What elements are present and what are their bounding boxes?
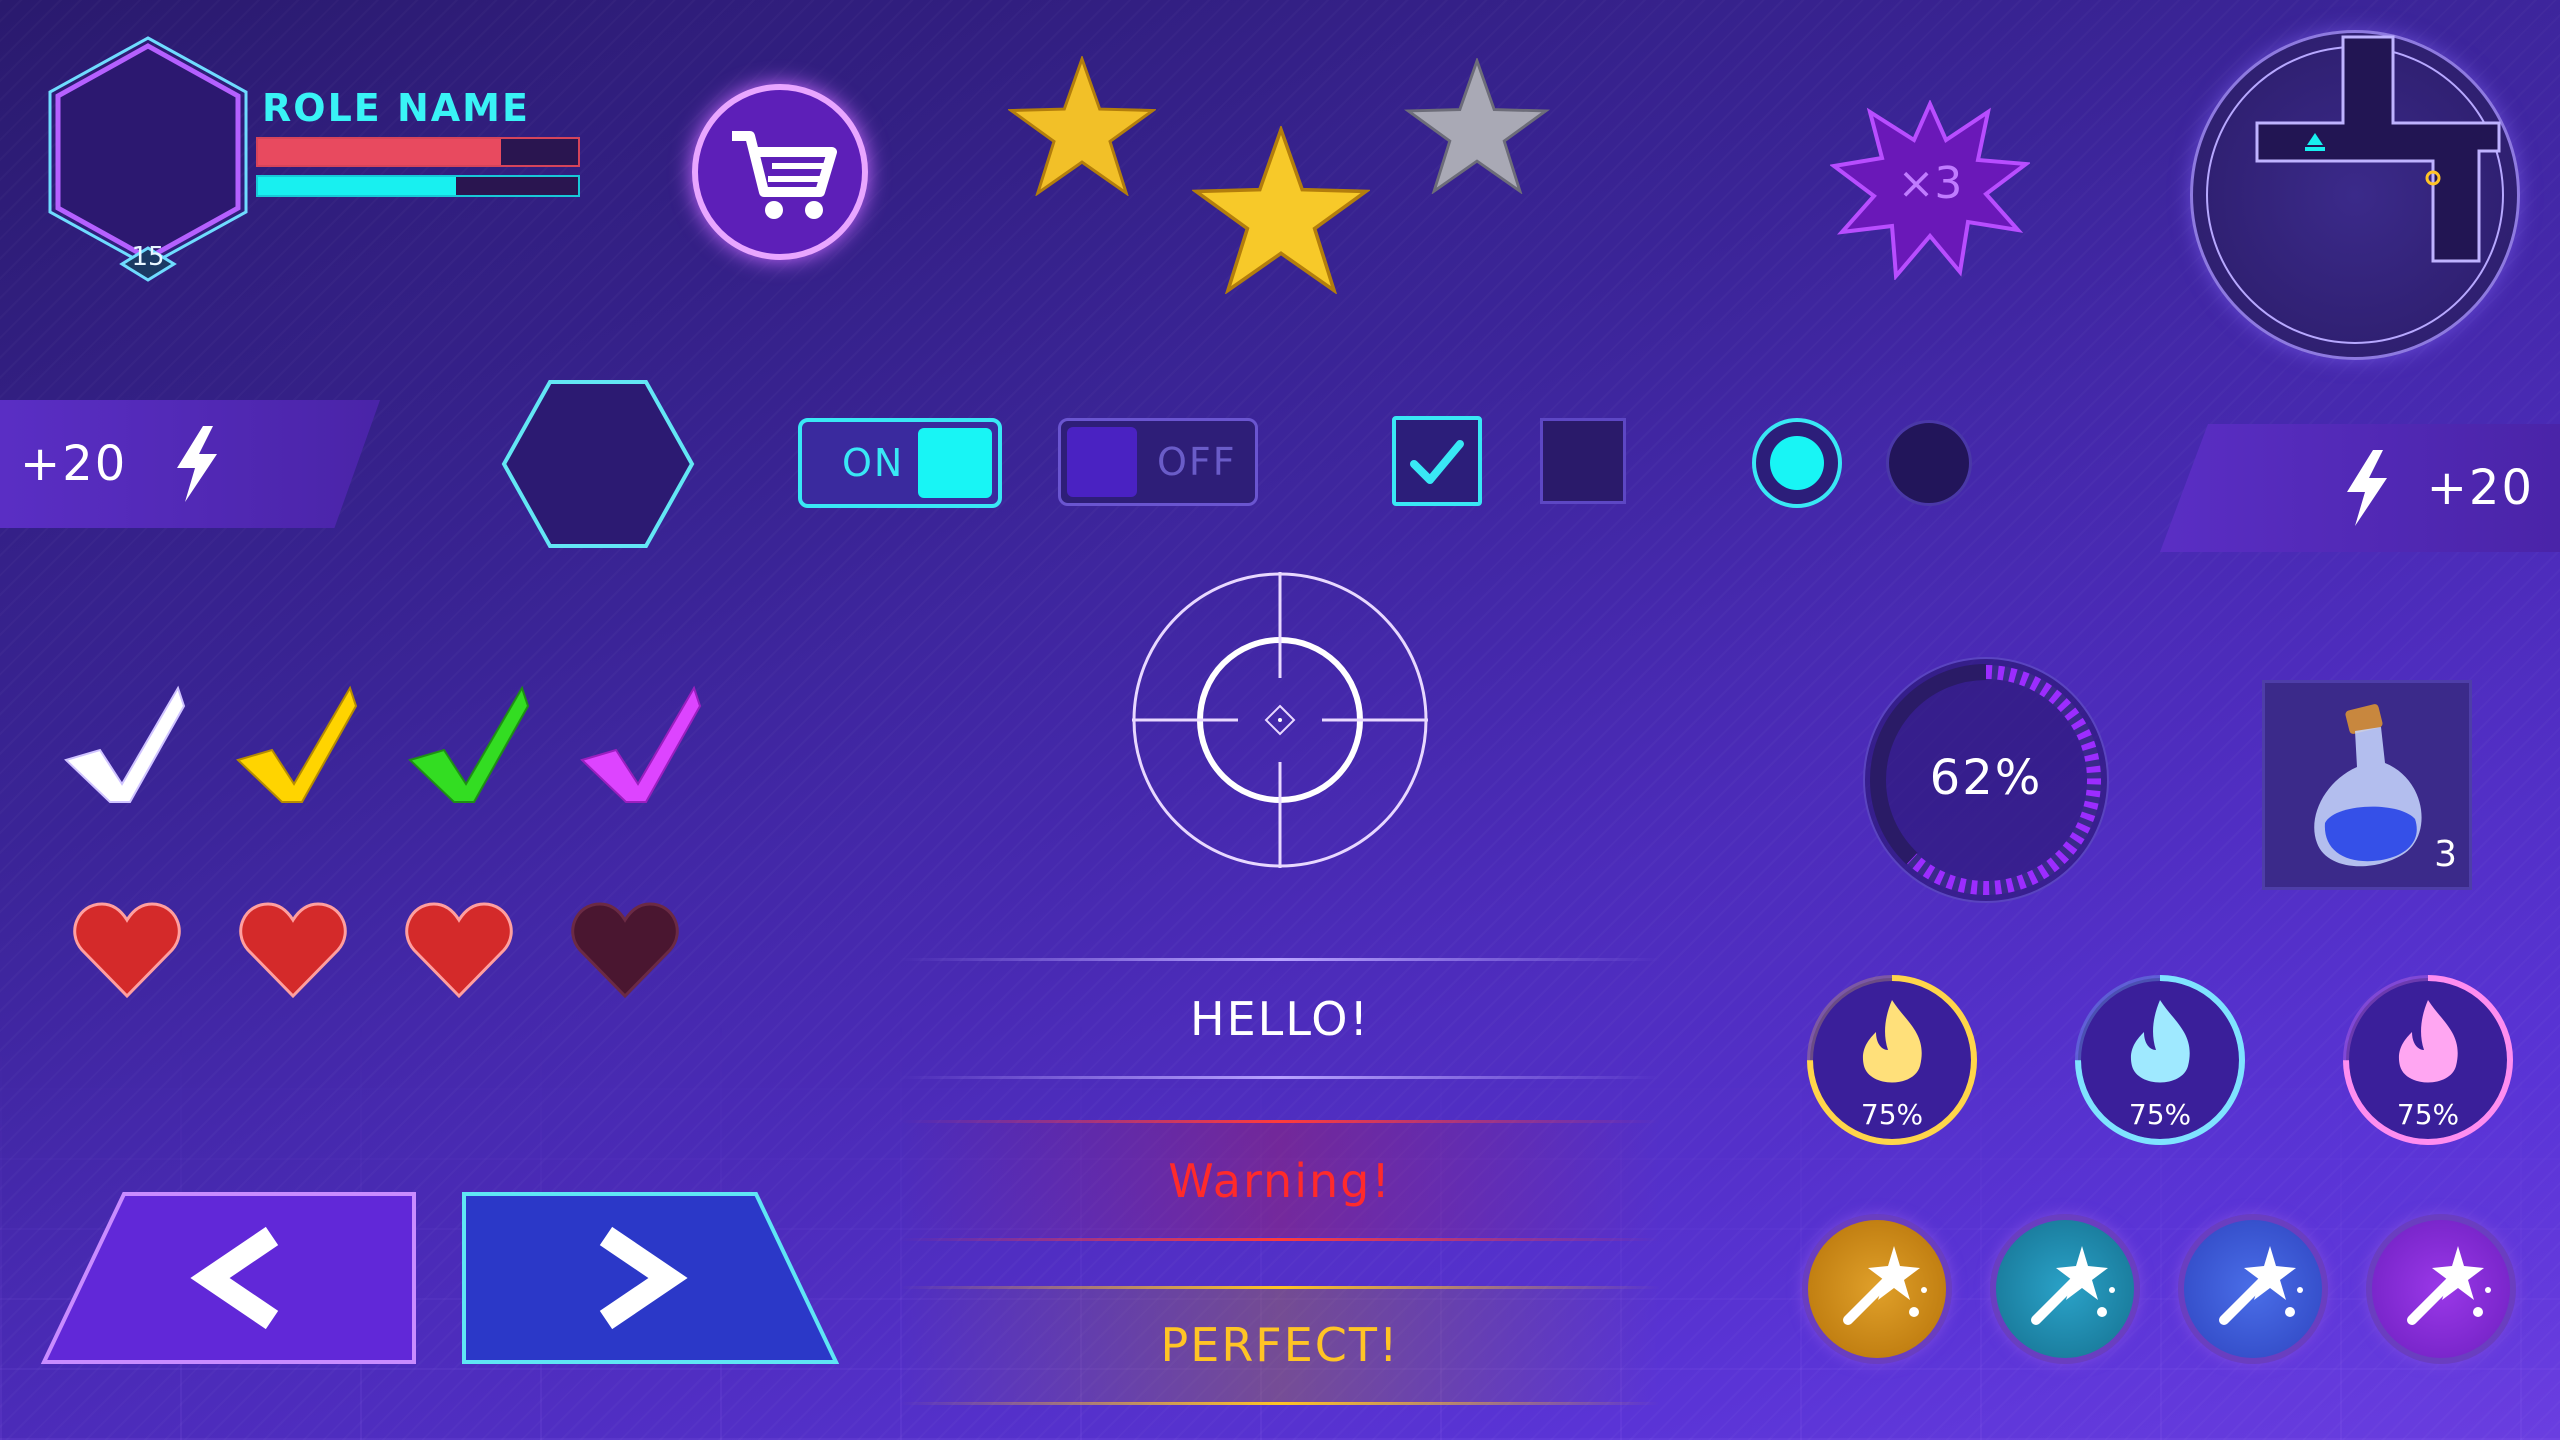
potion-slot[interactable]: 3 <box>2262 680 2472 890</box>
minimap[interactable] <box>2190 30 2520 360</box>
hearts-row <box>72 898 692 1008</box>
skill-label-pink: 75% <box>2396 1098 2460 1131</box>
radio-unselected[interactable] <box>1886 420 1972 506</box>
mana-bar-fill <box>258 177 457 195</box>
energy-right-text: +20 <box>2426 460 2534 516</box>
magic-wand-icon <box>2031 1246 2115 1325</box>
magic-wand-icon <box>2407 1246 2491 1325</box>
potion-count: 3 <box>2434 834 2457 875</box>
toggle-off-label: OFF <box>1157 440 1237 484</box>
checkmark-row <box>60 680 720 810</box>
multiplier-badge: ×3 <box>1829 99 2032 281</box>
health-bar-fill <box>258 139 502 165</box>
skill-label-cyan: 75% <box>2128 1098 2192 1131</box>
check-icon <box>1410 440 1464 484</box>
hello-line-bottom <box>900 1076 1660 1079</box>
hex-frame[interactable] <box>500 378 696 550</box>
heart-icon-full <box>405 902 513 999</box>
star-icon-silver <box>1404 58 1550 194</box>
toggle-on-knob <box>918 428 992 498</box>
heart-icon-empty <box>571 902 679 999</box>
circular-progress: 62% <box>1858 652 2114 908</box>
perfect-line-bottom <box>900 1402 1660 1405</box>
checkmark-icon-yellow <box>236 685 358 803</box>
crosshair-icon <box>1132 572 1428 868</box>
star-icon-2 <box>1192 126 1370 294</box>
level-badge: 15 <box>131 242 165 272</box>
magic-button-blue[interactable] <box>2178 1214 2328 1364</box>
energy-banner-left: +20 <box>0 400 380 528</box>
skill-ring-yellow[interactable]: 75% <box>1802 970 1982 1150</box>
magic-button-purple[interactable] <box>2366 1214 2516 1364</box>
hello-line-top <box>900 958 1660 961</box>
multiplier-text: ×3 <box>1897 158 1963 209</box>
prev-button[interactable] <box>40 1190 440 1366</box>
role-name: ROLE NAME <box>262 86 530 130</box>
magic-wand-icon <box>1843 1246 1927 1325</box>
checkmark-icon-green <box>408 685 530 803</box>
toggle-off-knob <box>1067 427 1137 497</box>
energy-banner-right: +20 <box>2160 424 2560 552</box>
skill-ring-pink[interactable]: 75% <box>2338 970 2518 1150</box>
lightning-icon <box>177 426 218 502</box>
magic-wand-icon <box>2219 1246 2303 1325</box>
checkbox-unchecked[interactable] <box>1540 418 1626 504</box>
toggle-off[interactable]: OFF <box>1058 418 1258 506</box>
energy-left-text: +20 <box>20 436 128 492</box>
player-portrait[interactable]: 15 <box>38 30 258 290</box>
lightning-icon <box>2346 450 2387 526</box>
radio-selected[interactable] <box>1752 418 1842 508</box>
warning-line-bottom <box>900 1238 1660 1241</box>
toggle-on[interactable]: ON <box>798 418 1002 508</box>
mana-bar <box>256 175 580 197</box>
heart-icon-full <box>239 902 347 999</box>
warning-message: Warning! <box>1168 1154 1392 1208</box>
progress-text: 62% <box>1929 750 2043 806</box>
magic-button-teal[interactable] <box>1990 1214 2140 1364</box>
next-button[interactable] <box>460 1190 860 1366</box>
skill-label-yellow: 75% <box>1860 1098 1924 1131</box>
skill-ring-cyan[interactable]: 75% <box>2070 970 2250 1150</box>
health-bar <box>256 137 580 167</box>
checkmark-icon-white <box>64 685 186 803</box>
checkmark-icon-purple <box>580 685 702 803</box>
shop-button[interactable] <box>692 84 868 260</box>
hello-message: HELLO! <box>1190 992 1370 1046</box>
heart-icon-full <box>73 902 181 999</box>
perfect-message: PERFECT! <box>1160 1318 1400 1372</box>
magic-button-gold[interactable] <box>1802 1214 1952 1364</box>
checkbox-checked[interactable] <box>1392 416 1482 506</box>
cart-icon <box>732 131 837 219</box>
star-icon-1 <box>1008 56 1156 196</box>
toggle-on-label: ON <box>842 441 905 485</box>
